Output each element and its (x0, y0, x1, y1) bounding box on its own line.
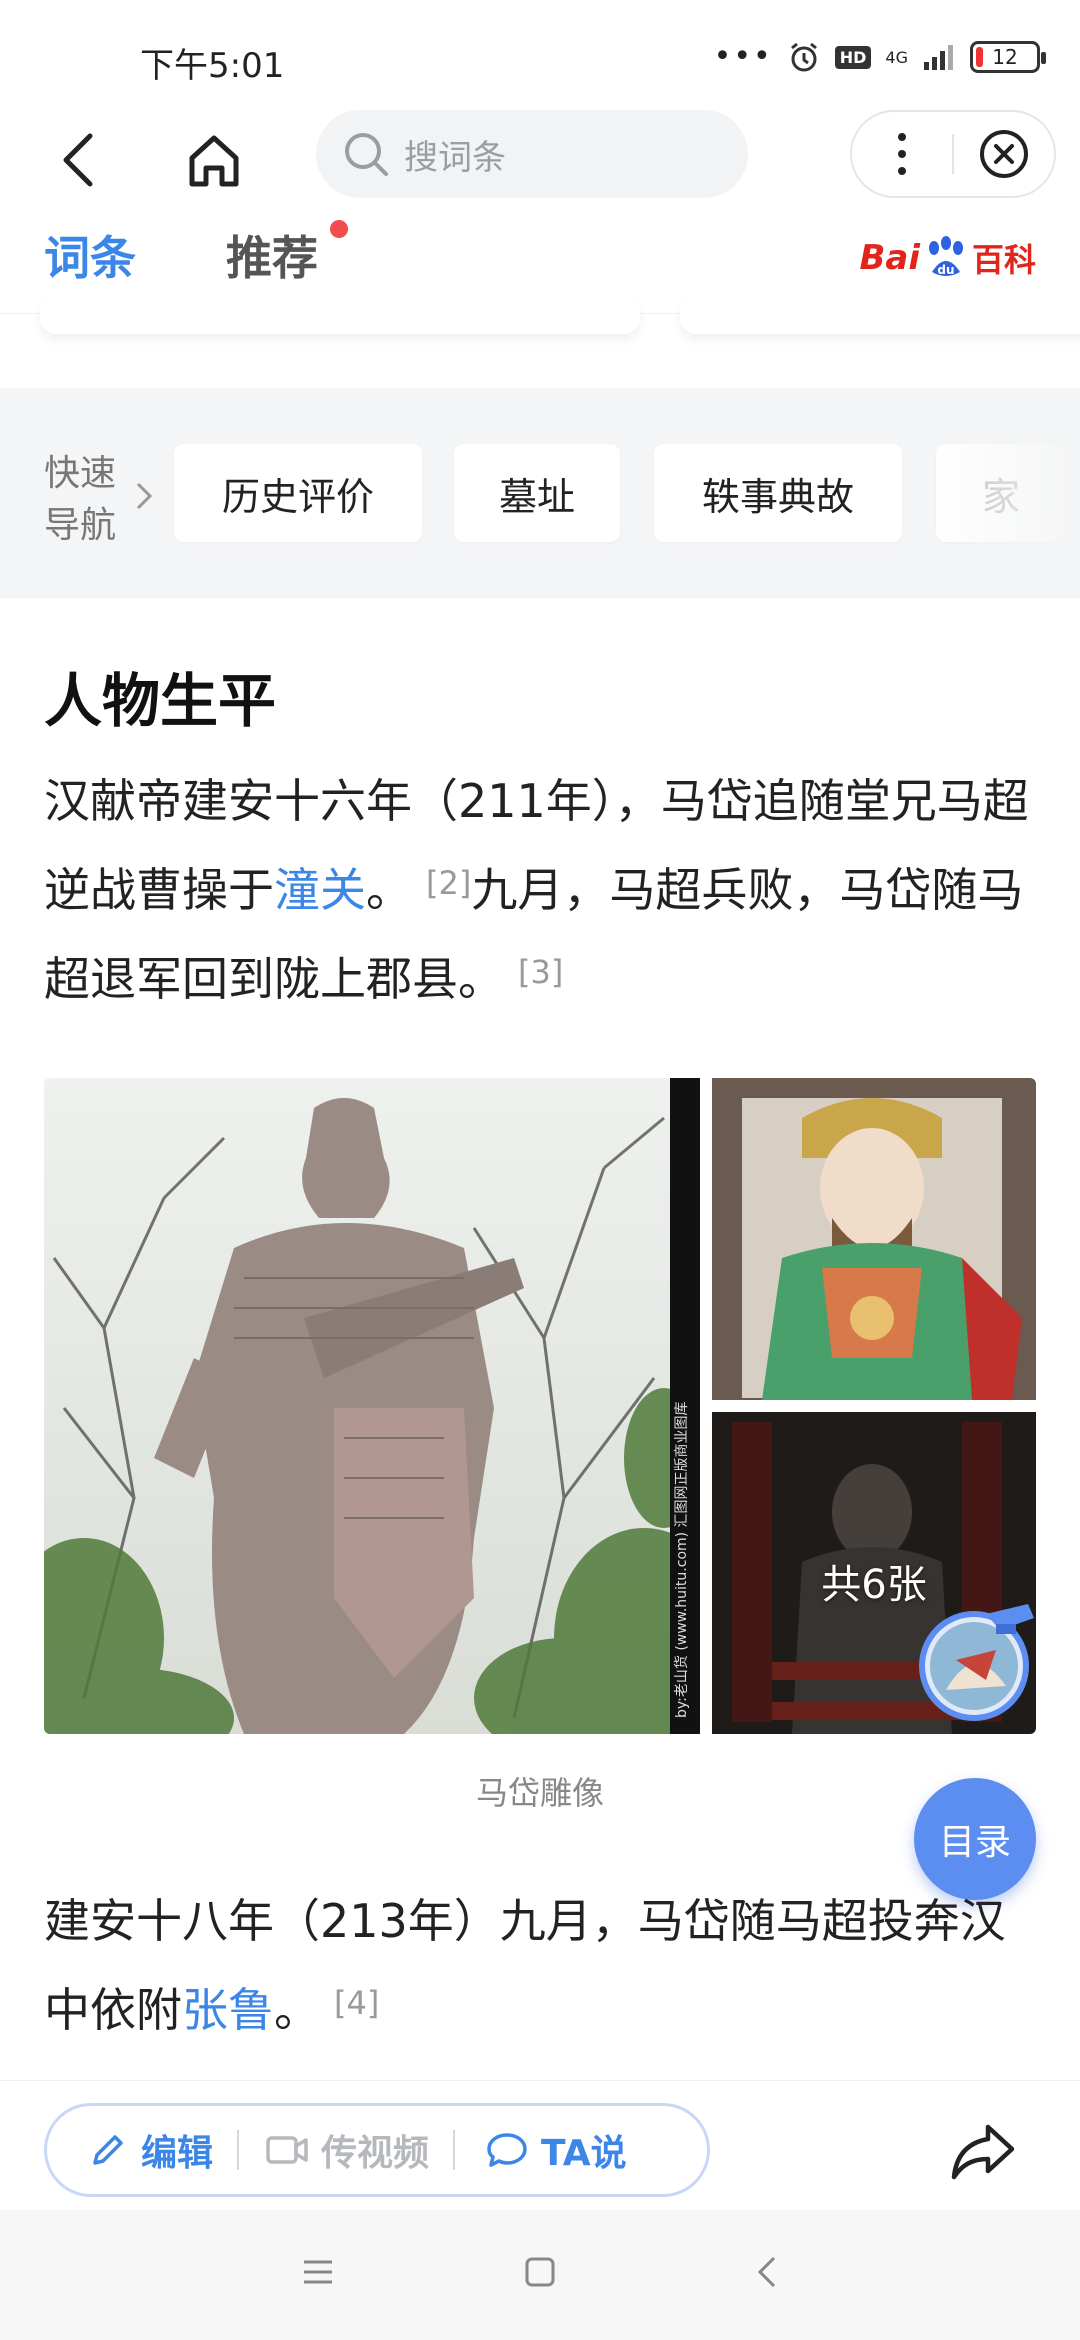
back-button[interactable] (44, 124, 116, 196)
paragraph-biography-1: 汉献帝建安十六年（211年），马岱追随堂兄马超逆战曹操于潼关。 [2]九月，马超兵… (44, 760, 1040, 1020)
search-placeholder: 搜词条 (404, 137, 506, 178)
card-edges (0, 294, 1080, 374)
logo-baike: 百科 (971, 241, 1036, 279)
pill-divider-1 (237, 2130, 240, 2170)
reference-3[interactable]: [3] (518, 953, 563, 991)
share-button[interactable] (948, 2115, 1020, 2187)
battery-icon: 12 (970, 41, 1046, 73)
hd-icon: HD (834, 45, 872, 69)
video-camera-icon (266, 2136, 308, 2164)
system-nav-bar (0, 2210, 1080, 2340)
upload-video-label: 传视频 (321, 2133, 430, 2174)
quick-nav-item-history[interactable]: 历史评价 (174, 444, 422, 542)
tab-entry[interactable]: 词条 (44, 222, 136, 288)
upload-video-button[interactable]: 传视频 (265, 2124, 429, 2176)
home-icon (189, 135, 239, 187)
card-edge-left (40, 294, 640, 334)
close-button[interactable] (954, 127, 1054, 181)
share-arrow-icon (951, 2124, 1015, 2180)
top-nav: 搜词条 (0, 110, 1080, 210)
statue-photo-side-1[interactable] (712, 1078, 1036, 1400)
quick-nav-label-line2: 导航 (44, 505, 117, 546)
image-gallery: by:老山货 (www.huitu.com) 汇图网正版商业图库 共6张 (44, 1078, 1036, 1734)
svg-text:du: du (937, 263, 954, 277)
assistant-avatar[interactable] (916, 1600, 1040, 1724)
more-vertical-icon (898, 133, 906, 175)
card-edge-right (680, 294, 1080, 334)
menu-button[interactable] (298, 2252, 338, 2296)
signal-icon (924, 45, 953, 70)
system-back-button[interactable] (748, 2252, 788, 2296)
quick-nav-item-tomb[interactable]: 墓址 (454, 444, 620, 542)
home-button[interactable] (178, 124, 250, 196)
link-zhanglu[interactable]: 张鲁 (182, 1983, 274, 2037)
system-home-button[interactable] (520, 2252, 560, 2296)
paragraph-biography-2: 建安十八年（213年）九月，马岱随马超投奔汉中依附张鲁。 [4] (44, 1880, 1040, 2051)
reference-4[interactable]: [4] (334, 1984, 379, 2022)
baidu-baike-logo: Bai du 百科 (859, 234, 1036, 282)
close-icon (979, 130, 1028, 178)
chat-bubble-icon (487, 2133, 527, 2167)
tab-recommend[interactable]: 推荐 (226, 222, 318, 288)
more-dots-icon: ••• (713, 39, 773, 74)
status-time: 下午5:01 (140, 46, 285, 86)
menu-icon (304, 2260, 332, 2284)
quick-nav-fade (930, 388, 1080, 598)
notification-dot (330, 220, 348, 238)
edit-label: 编辑 (141, 2133, 214, 2174)
reference-2[interactable]: [2] (426, 864, 471, 902)
image-watermark: by:老山货 (www.huitu.com) 汇图网正版商业图库 (673, 1401, 690, 1718)
quick-nav: 快速 导航 历史评价 墓址 轶事典故 家 (0, 388, 1080, 598)
logo-bai: Bai (859, 238, 920, 278)
search-input[interactable]: 搜词条 (316, 110, 748, 198)
quick-nav-label[interactable]: 快速 导航 (44, 448, 116, 552)
link-tongguan[interactable]: 潼关 (274, 863, 366, 917)
battery-level: 12 (992, 45, 1018, 69)
section-title: 人物生平 (44, 667, 277, 735)
ta-say-button[interactable]: TA说 (485, 2124, 627, 2176)
alarm-icon (790, 42, 817, 72)
search-icon (345, 133, 388, 176)
status-icons: ••• HD 4G 12 (713, 39, 1046, 74)
back-arrow-icon (63, 133, 93, 187)
para1-text-b: 。 (366, 863, 412, 917)
edit-button[interactable]: 编辑 (87, 2124, 213, 2176)
baidu-paw-icon: du (928, 236, 963, 277)
status-bar: 下午5:01 ••• HD 4G 12 (0, 0, 1080, 110)
system-back-icon (757, 2256, 776, 2288)
gallery-caption: 马岱雕像 (475, 1774, 604, 1812)
network-label: 4G (885, 47, 908, 67)
action-pill: 编辑 传视频 TA说 (44, 2103, 710, 2197)
quick-nav-label-line1: 快速 (44, 453, 117, 494)
bottom-toolbar: 编辑 传视频 TA说 (0, 2080, 1080, 2210)
pill-divider-2 (453, 2130, 456, 2170)
ta-say-label: TA说 (541, 2133, 627, 2174)
pencil-icon (93, 2135, 123, 2165)
square-home-icon (525, 2257, 555, 2287)
mini-program-capsule (850, 110, 1056, 198)
quick-nav-item-anecdotes[interactable]: 轶事典故 (654, 444, 902, 542)
para2-text-b: 。 (274, 1983, 320, 2037)
statue-photo-main[interactable]: by:老山货 (www.huitu.com) 汇图网正版商业图库 (44, 1078, 700, 1734)
more-button[interactable] (852, 129, 952, 179)
chevron-right-icon (134, 478, 154, 523)
